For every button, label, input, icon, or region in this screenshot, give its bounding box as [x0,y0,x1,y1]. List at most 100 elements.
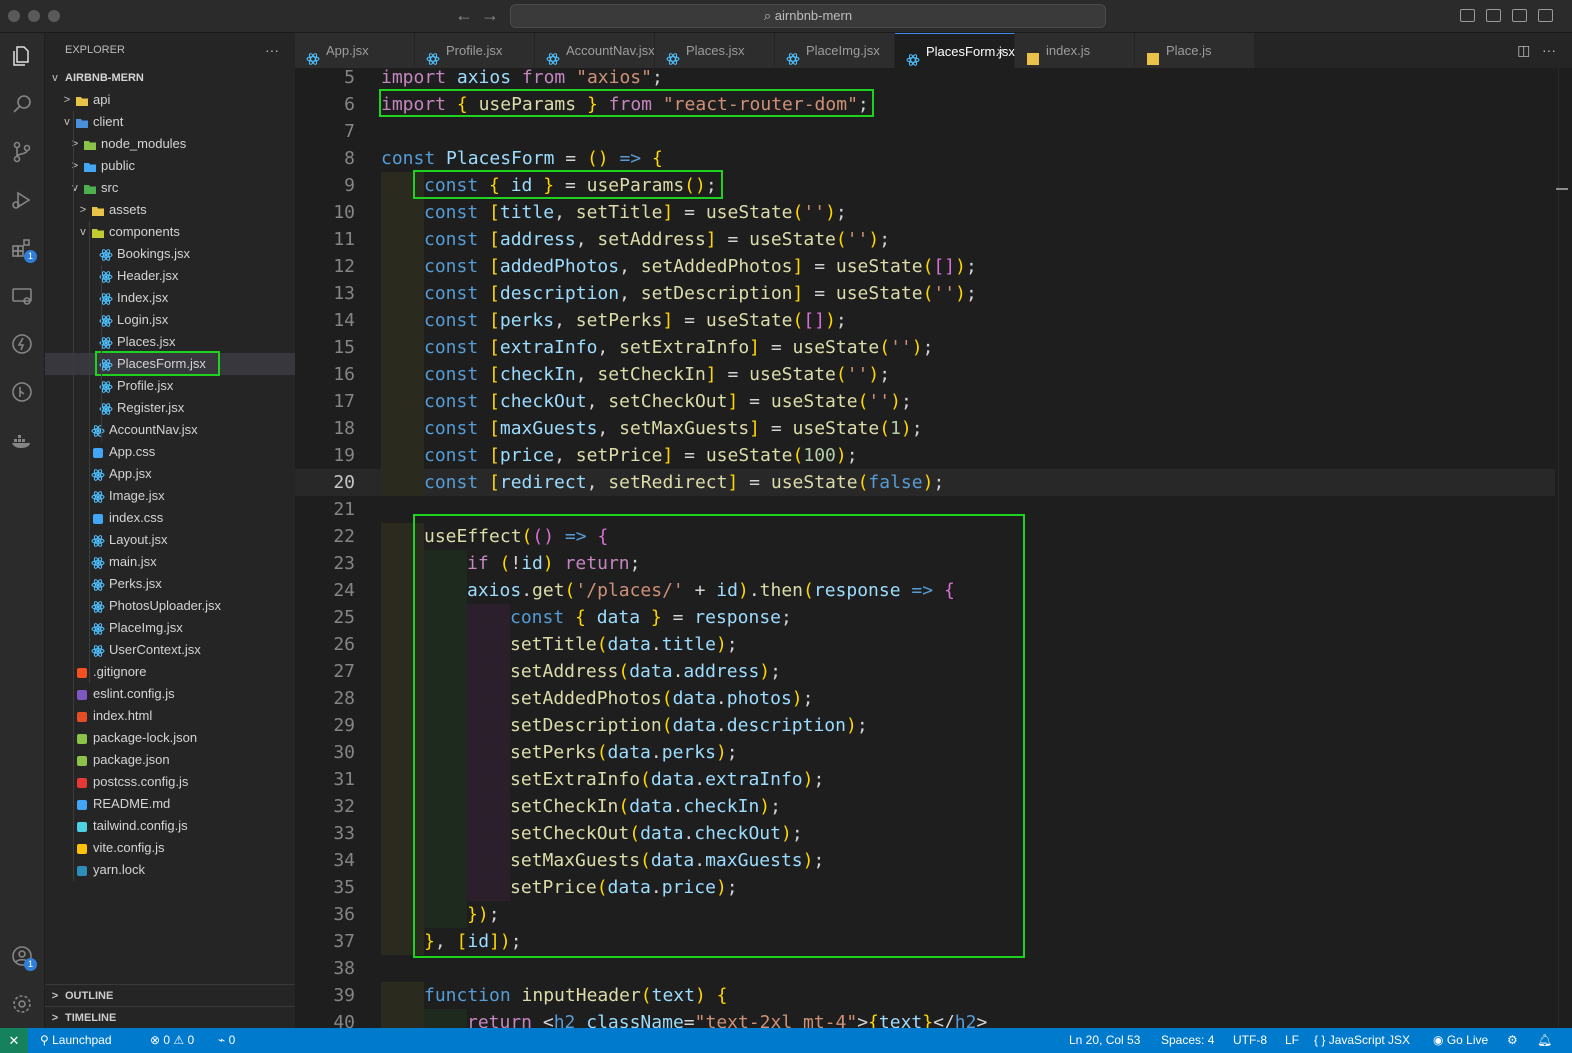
extensions-icon[interactable]: 1 [9,235,37,263]
tab-accountnav-jsx[interactable]: AccountNav.jsx [535,33,655,68]
file-vite-config-js[interactable]: vite.config.js [45,837,295,859]
file-index-jsx[interactable]: Index.jsx [45,287,295,309]
file-accountnav-jsx[interactable]: AccountNav.jsx [45,419,295,441]
command-center-search[interactable]: ⌕ airnbnb-mern [510,4,1106,28]
cursor-position[interactable]: Ln 20, Col 53 [1069,1028,1140,1053]
tab-profile-jsx[interactable]: Profile.jsx [415,33,535,68]
remote-explorer-icon[interactable] [9,283,35,309]
split-editor-icon[interactable]: ◫ [1517,42,1530,58]
more-actions-icon[interactable]: ··· [265,33,279,67]
file-layout-jsx[interactable]: Layout.jsx [45,529,295,551]
zoom-window-button[interactable] [48,10,60,22]
file-eslint-config-js[interactable]: eslint.config.js [45,683,295,705]
notifications-bell-icon[interactable]: 🔔︎ [1537,1028,1552,1053]
file-readme-md[interactable]: README.md [45,793,295,815]
minimize-window-button[interactable] [28,10,40,22]
file-header-jsx[interactable]: Header.jsx [45,265,295,287]
toggle-panel-icon[interactable] [1486,9,1501,22]
folder-components[interactable]: v components [45,221,295,243]
code-line[interactable]: 18 const [maxGuests, setMaxGuests] = useS… [295,415,1555,442]
workspace-root[interactable]: v AIRBNB-MERN [45,67,295,89]
more-actions-icon[interactable]: ··· [1542,42,1556,58]
copilot-icon[interactable]: ⚙ [1507,1028,1518,1053]
file-app-css[interactable]: App.css [45,441,295,463]
go-live-button[interactable]: ◉ Go Live [1433,1028,1488,1053]
file-profile-jsx[interactable]: Profile.jsx [45,375,295,397]
ports-item[interactable]: ⌁ 0 [218,1028,235,1053]
code-line[interactable]: 19 const [price, setPrice] = useState(100… [295,442,1555,469]
file-package-json[interactable]: package.json [45,749,295,771]
code-line[interactable]: 38 [295,955,1555,982]
code-line[interactable]: 7 [295,118,1555,145]
file-login-jsx[interactable]: Login.jsx [45,309,295,331]
folder-client[interactable]: v client [45,111,295,133]
code-line[interactable]: 10 const [title, setTitle] = useState('')… [295,199,1555,226]
folder-assets[interactable]: > assets [45,199,295,221]
code-line[interactable]: 11 const [address, setAddress] = useState… [295,226,1555,253]
settings-gear-icon[interactable] [9,991,35,1017]
code-line[interactable]: 39 function inputHeader(text) { [295,982,1555,1009]
close-window-button[interactable] [8,10,20,22]
timeline-section[interactable]: > TIMELINE [45,1006,295,1028]
end-of-line[interactable]: LF [1285,1028,1299,1053]
close-icon[interactable]: × [996,34,1004,69]
explorer-icon[interactable] [9,43,35,69]
indentation[interactable]: Spaces: 4 [1161,1028,1214,1053]
problems-item[interactable]: ⊗ 0 ⚠ 0 [150,1028,194,1053]
file-app-jsx[interactable]: App.jsx [45,463,295,485]
file-yarn-lock[interactable]: yarn.lock [45,859,295,881]
tab-placeimg-jsx[interactable]: PlaceImg.jsx [775,33,895,68]
tab-place-js[interactable]: Place.js [1135,33,1255,68]
run-debug-icon[interactable] [9,187,35,213]
code-editor[interactable]: 5 import axios from "axios"; 6 import { use… [295,68,1572,1028]
code-line[interactable]: 20 const [redirect, setRedirect] = useSta… [295,469,1555,496]
file-usercontext-jsx[interactable]: UserContext.jsx [45,639,295,661]
back-arrow-icon[interactable]: ← [455,5,473,26]
code-line[interactable]: 17 const [checkOut, setCheckOut] = useSta… [295,388,1555,415]
tab-places-jsx[interactable]: Places.jsx [655,33,775,68]
code-line[interactable]: 8 const PlacesForm = () => { [295,145,1555,172]
encoding[interactable]: UTF-8 [1233,1028,1267,1053]
toggle-secondary-sidebar-icon[interactable] [1512,9,1527,22]
file-tailwind-config-js[interactable]: tailwind.config.js [45,815,295,837]
search-icon[interactable] [9,91,35,117]
file-perks-jsx[interactable]: Perks.jsx [45,573,295,595]
customize-layout-icon[interactable] [1538,9,1553,22]
file--gitignore[interactable]: .gitignore [45,661,295,683]
launchpad-item[interactable]: ⚲ Launchpad [40,1028,112,1053]
source-control-icon[interactable] [9,139,35,165]
file-bookings-jsx[interactable]: Bookings.jsx [45,243,295,265]
code-line[interactable]: 5 import axios from "axios"; [295,68,1555,91]
folder-node-modules[interactable]: > node_modules [45,133,295,155]
file-package-lock-json[interactable]: package-lock.json [45,727,295,749]
remote-indicator[interactable]: ✕ [0,1028,28,1053]
editor-scrollbar[interactable] [1558,68,1572,1028]
folder-api[interactable]: > api [45,89,295,111]
git-graph-icon[interactable] [9,379,35,405]
file-index-html[interactable]: index.html [45,705,295,727]
folder-public[interactable]: > public [45,155,295,177]
tab-app-jsx[interactable]: App.jsx [295,33,415,68]
file-placeimg-jsx[interactable]: PlaceImg.jsx [45,617,295,639]
code-line[interactable]: 16 const [checkIn, setCheckIn] = useState… [295,361,1555,388]
lightning-icon[interactable] [9,331,35,357]
file-index-css[interactable]: index.css [45,507,295,529]
outline-section[interactable]: > OUTLINE [45,984,295,1006]
code-line[interactable]: 13 const [description, setDescription] = … [295,280,1555,307]
forward-arrow-icon[interactable]: → [481,5,499,26]
file-image-jsx[interactable]: Image.jsx [45,485,295,507]
file-register-jsx[interactable]: Register.jsx [45,397,295,419]
code-line[interactable]: 12 const [addedPhotos, setAddedPhotos] = … [295,253,1555,280]
file-photosuploader-jsx[interactable]: PhotosUploader.jsx [45,595,295,617]
tab-index-js[interactable]: index.js [1015,33,1135,68]
file-postcss-config-js[interactable]: postcss.config.js [45,771,295,793]
account-icon[interactable]: 1 [9,943,37,971]
language-mode[interactable]: { } JavaScript JSX [1314,1028,1410,1053]
folder-src[interactable]: v src [45,177,295,199]
tab-placesform-jsx[interactable]: PlacesForm.jsx × [895,33,1015,68]
file-main-jsx[interactable]: main.jsx [45,551,295,573]
toggle-primary-sidebar-icon[interactable] [1460,9,1475,22]
code-line[interactable]: 40 return <h2 className="text-2xl mt-4">{… [295,1009,1555,1028]
docker-icon[interactable] [9,427,35,453]
file-places-jsx[interactable]: Places.jsx [45,331,295,353]
